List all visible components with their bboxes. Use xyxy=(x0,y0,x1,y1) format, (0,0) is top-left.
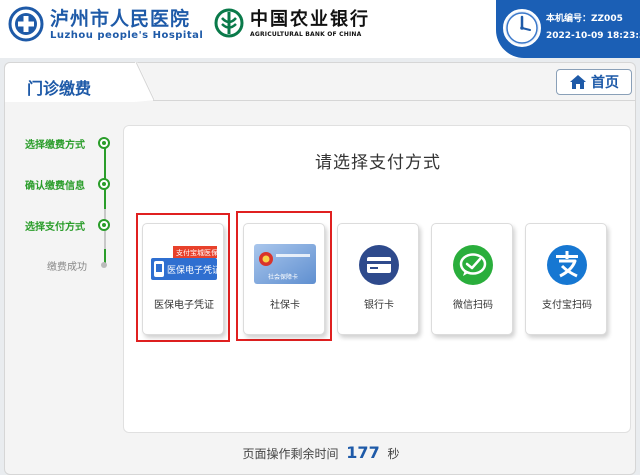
home-button[interactable]: 首页 xyxy=(556,69,632,95)
step-select-payment-type: 选择缴费方式 xyxy=(5,133,115,153)
home-button-label: 首页 xyxy=(591,75,619,91)
clock-icon xyxy=(503,9,541,47)
countdown-suffix: 秒 xyxy=(387,447,400,461)
hospital-name: 泸州市人民医院 xyxy=(50,7,191,30)
option-label: 医保电子凭证 xyxy=(154,300,214,311)
step-payment-success: 缴费成功 xyxy=(5,255,115,275)
option-label: 社保卡 xyxy=(270,300,300,311)
option-label: 微信扫码 xyxy=(453,300,493,311)
page-title: 门诊缴费 xyxy=(27,79,92,98)
alipay-icon xyxy=(547,245,587,285)
hospital-brand: 泸州市人民医院 Luzhou people's Hospital xyxy=(8,6,203,42)
option-label: 银行卡 xyxy=(364,300,394,311)
step-label: 确认缴费信息 xyxy=(25,181,85,192)
step-dot xyxy=(101,262,107,268)
header-bar: 泸州市人民医院 Luzhou people's Hospital 中国农业银行 … xyxy=(0,0,640,58)
voucher-badge-text: 支付宝城医保 xyxy=(176,248,217,257)
home-icon xyxy=(570,75,586,89)
tab-divider xyxy=(153,100,636,101)
countdown-seconds: 177 xyxy=(346,443,380,462)
hospital-name-en: Luzhou people's Hospital xyxy=(50,29,204,41)
option-medical-insurance-voucher[interactable]: 医保电子凭证 支付宝城医保 医保电子凭证 xyxy=(142,223,224,335)
progress-steps: 选择缴费方式 确认缴费信息 选择支付方式 缴费成功 xyxy=(5,125,115,275)
main-panel: 门诊缴费 首页 选择缴费方式 确认缴费信息 选择支付方式 缴费成功 请选择支付方… xyxy=(4,62,636,475)
bank-card-icon xyxy=(359,245,399,285)
abc-bank-logo-icon xyxy=(214,8,244,38)
datetime: 2022-10-09 18:23:38 xyxy=(546,31,640,41)
option-alipay-scan[interactable]: 支付宝扫码 xyxy=(525,223,607,335)
clock-panel: 本机编号：ZZ005 2022-10-09 18:23:38 xyxy=(496,0,640,58)
voucher-card-text: 医保电子凭证 xyxy=(167,264,217,276)
option-label: 支付宝扫码 xyxy=(542,300,592,311)
step-confirm-payment-info: 确认缴费信息 xyxy=(5,174,115,194)
step-label: 选择支付方式 xyxy=(25,222,85,233)
tab-outpatient-payment: 门诊缴费 xyxy=(4,62,136,102)
option-social-security-card[interactable]: 社会保障卡 社保卡 xyxy=(243,223,325,335)
payment-method-title: 请选择支付方式 xyxy=(315,153,441,173)
bank-name-en: AGRICULTURAL BANK OF CHINA xyxy=(250,30,362,38)
step-select-payment-method: 选择支付方式 xyxy=(5,215,115,235)
payment-method-card: 请选择支付方式 医保电子凭证 支付宝城医保 医保电子凭证 社会保障卡 社保卡 银… xyxy=(123,125,631,433)
countdown-prefix: 页面操作剩余时间 xyxy=(242,447,339,461)
tab-edge xyxy=(135,62,155,102)
social-card-text: 社会保障卡 xyxy=(268,273,298,281)
hospital-logo-icon xyxy=(8,6,44,42)
countdown-footer: 页面操作剩余时间 177 秒 xyxy=(5,443,637,462)
bank-name: 中国农业银行 xyxy=(250,8,370,30)
medical-insurance-qr-icon: 医保电子凭证 支付宝城医保 xyxy=(151,246,217,280)
step-label: 缴费成功 xyxy=(47,262,87,273)
bank-brand: 中国农业银行 AGRICULTURAL BANK OF CHINA xyxy=(214,8,370,38)
step-dot xyxy=(98,219,110,231)
option-wechat-scan[interactable]: 微信扫码 xyxy=(431,223,513,335)
device-id: 本机编号：ZZ005 xyxy=(546,14,623,24)
step-label: 选择缴费方式 xyxy=(25,140,85,151)
step-dot xyxy=(98,137,110,149)
wechat-icon xyxy=(453,245,493,285)
step-dot xyxy=(98,178,110,190)
social-security-card-icon: 社会保障卡 xyxy=(254,244,316,284)
option-bank-card[interactable]: 银行卡 xyxy=(337,223,419,335)
